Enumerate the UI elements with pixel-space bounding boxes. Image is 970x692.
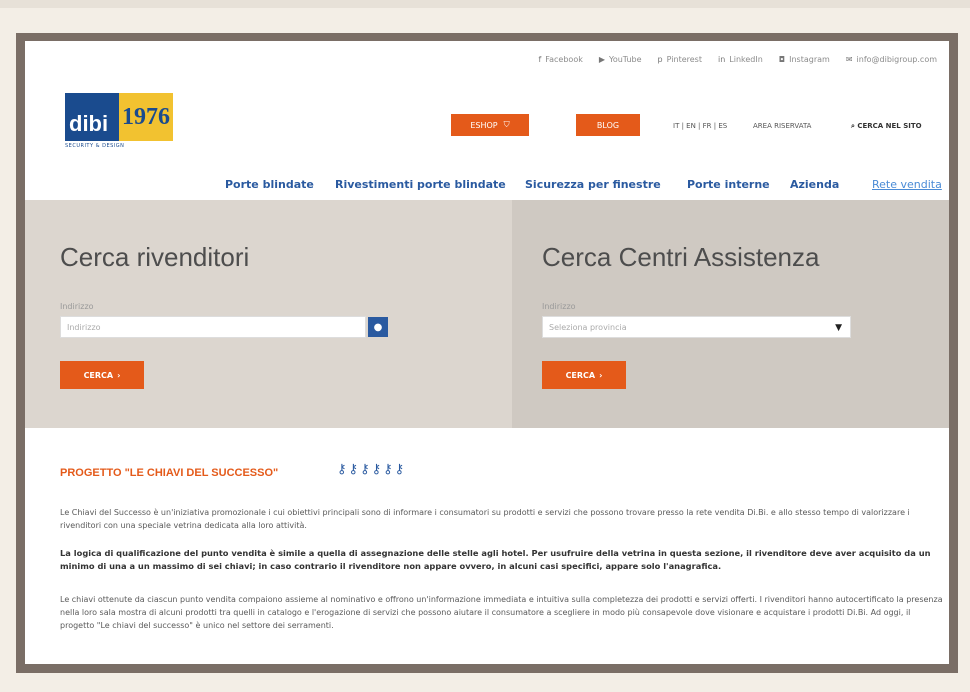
dealer-search-panel: Cerca rivenditori Indirizzo Indirizzo ● … xyxy=(25,200,512,428)
blog-button[interactable]: BLOG xyxy=(576,114,640,136)
social-link-pinterest[interactable]: p Pinterest xyxy=(658,55,702,64)
nav-azienda[interactable]: Azienda xyxy=(790,178,839,191)
nav-rete-vendita[interactable]: Rete vendita xyxy=(872,178,942,191)
nav-porte-interne[interactable]: Porte interne xyxy=(687,178,770,191)
search-icon: ⌕ xyxy=(851,122,855,130)
intro-paragraph: Le Chiavi del Successo è un'iniziativa p… xyxy=(60,508,910,530)
screenshot-frame: f Facebook ▶ YouTube p Pinterest in LinkedIn… xyxy=(16,33,958,673)
social-link-linkedin[interactable]: in LinkedIn xyxy=(718,55,763,64)
language-selector[interactable]: IT | EN | FR | ES xyxy=(673,122,727,130)
social-link-instagram[interactable]: ◘ Instagram xyxy=(779,55,830,64)
email-link[interactable]: ✉ info@dibigroup.com xyxy=(846,55,937,64)
key-icon: ⚷ xyxy=(394,462,405,477)
service-search-button[interactable]: CERCA › xyxy=(542,361,626,389)
eshop-button[interactable]: ESHOP ⛉ xyxy=(451,114,529,136)
address-label: Indirizzo xyxy=(60,302,94,311)
project-title: PROGETTO "LE CHIAVI DEL SUCCESSO" xyxy=(60,467,279,479)
nav-porte-blindate[interactable]: Porte blindate xyxy=(225,178,314,191)
dealer-search-title: Cerca rivenditori xyxy=(60,242,250,272)
search-panels: Cerca rivenditori Indirizzo Indirizzo ● … xyxy=(25,200,949,428)
chevron-down-icon: ▼ xyxy=(835,323,842,333)
youtube-icon: ▶ xyxy=(598,55,606,64)
logo-brand: dibi xyxy=(65,93,119,141)
key-icon: ⚷ xyxy=(383,462,393,477)
site-header: f Facebook ▶ YouTube p Pinterest in LinkedIn… xyxy=(25,41,949,165)
facebook-icon: f xyxy=(538,55,542,64)
key-icon: ⚷ xyxy=(348,462,359,477)
social-links: f Facebook ▶ YouTube p Pinterest in LinkedIn… xyxy=(538,55,937,64)
site-search-link[interactable]: ⌕ CERCA NEL SITO xyxy=(851,122,922,131)
chevron-right-icon: › xyxy=(117,370,121,380)
shopping-bag-icon: ⛉ xyxy=(503,120,510,129)
chevron-right-icon: › xyxy=(599,370,603,380)
qualification-paragraph: La logica di qualificazione del punto ve… xyxy=(60,548,931,571)
top-band xyxy=(0,0,970,8)
service-center-title: Cerca Centri Assistenza xyxy=(542,242,820,272)
province-label: Indirizzo xyxy=(542,302,576,311)
key-icons: ⚷ ⚷ ⚷ ⚷ ⚷ ⚷ xyxy=(337,462,404,477)
keys-description-paragraph: Le chiavi ottenute da ciascun punto vend… xyxy=(60,595,943,630)
nav-sicurezza-finestre[interactable]: Sicurezza per finestre xyxy=(525,178,661,191)
instagram-icon: ◘ xyxy=(778,55,786,64)
dibi-logo[interactable]: dibi 1976 SECURITY & DESIGN xyxy=(65,93,191,151)
reserved-area-link[interactable]: AREA RISERVATA xyxy=(753,122,811,130)
key-icon: ⚷ xyxy=(337,462,347,477)
website-page: f Facebook ▶ YouTube p Pinterest in LinkedIn… xyxy=(25,41,949,664)
nav-rivestimenti[interactable]: Rivestimenti porte blindate xyxy=(335,178,506,191)
social-link-facebook[interactable]: f Facebook xyxy=(538,55,582,64)
social-link-youtube[interactable]: ▶ YouTube xyxy=(599,55,642,64)
dealer-search-button[interactable]: CERCA › xyxy=(60,361,144,389)
logo-tagline: SECURITY & DESIGN xyxy=(65,143,125,149)
pinterest-icon: p xyxy=(657,55,663,64)
mail-icon: ✉ xyxy=(845,55,853,64)
service-center-panel: Cerca Centri Assistenza Indirizzo Selezi… xyxy=(512,200,949,428)
address-input[interactable]: Indirizzo xyxy=(60,316,366,338)
province-select[interactable]: Seleziona provincia ▼ xyxy=(542,316,851,338)
logo-year: 1976 xyxy=(119,93,173,141)
key-icon: ⚷ xyxy=(360,462,370,477)
linkedin-icon: in xyxy=(717,55,726,64)
key-icon: ⚷ xyxy=(371,462,382,477)
map-pin-icon[interactable]: ● xyxy=(368,317,388,337)
